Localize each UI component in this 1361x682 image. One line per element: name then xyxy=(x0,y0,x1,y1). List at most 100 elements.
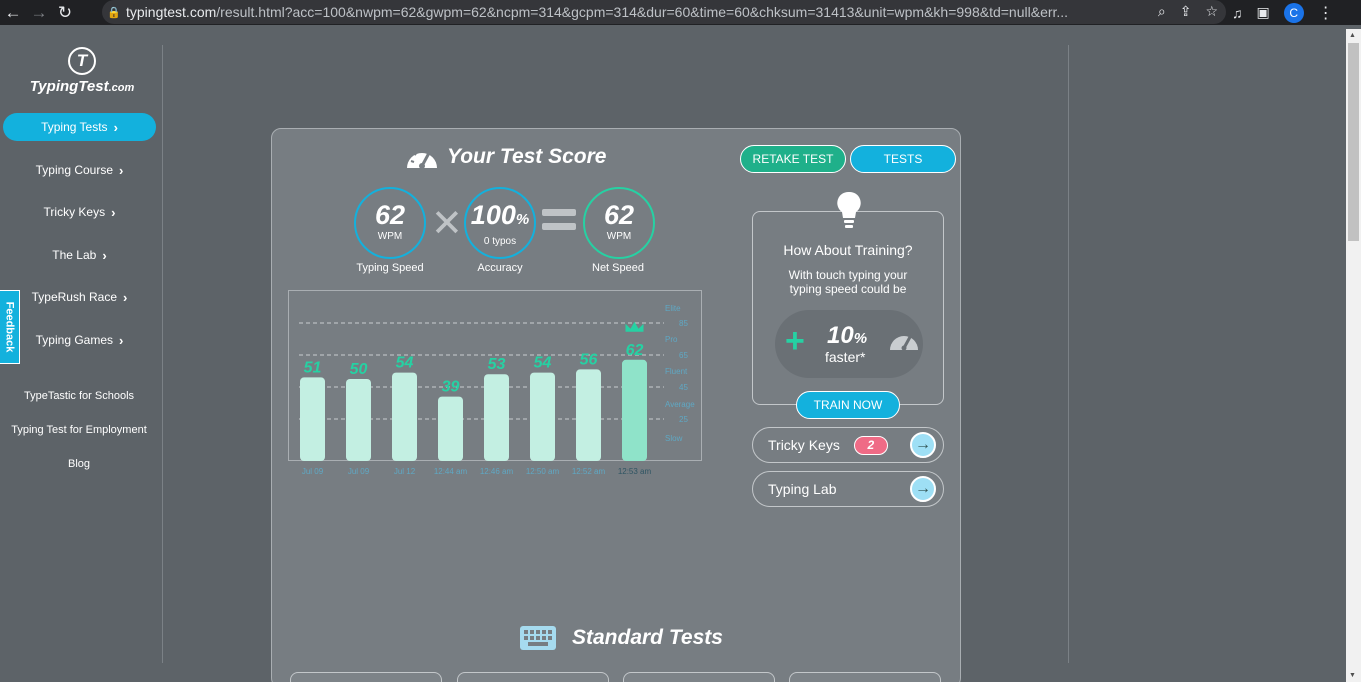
logo-text: TypingTest.com xyxy=(29,78,135,95)
x-tick-label: 12:53 am xyxy=(618,467,652,476)
link-typing-test-employment[interactable]: Typing Test for Employment xyxy=(0,424,158,436)
standard-test-card[interactable] xyxy=(290,672,442,682)
equals-icon xyxy=(542,209,576,230)
back-arrow-icon[interactable]: ← xyxy=(0,0,26,25)
nav-typing-tests[interactable]: Typing Tests › xyxy=(3,113,156,141)
nav-label: Typing Games xyxy=(35,333,114,347)
bar-data-label: 50 xyxy=(350,361,368,378)
chart-svg: 25 45 65 85 Elite Pro Fluent Average Slow 51 Jul 0… xyxy=(299,304,695,476)
score-title: Your Test Score xyxy=(405,144,607,170)
level-label: Average xyxy=(665,400,695,409)
media-icon[interactable]: ♫ xyxy=(1232,5,1243,21)
tricky-keys-badge: 2 xyxy=(853,435,888,455)
net-speed-circle: 62 WPM xyxy=(583,187,655,259)
profile-avatar[interactable]: C xyxy=(1283,2,1304,23)
menu-kebab-icon[interactable]: ⋮ xyxy=(1318,3,1334,23)
retake-test-button[interactable]: RETAKE TEST xyxy=(740,145,846,173)
typing-lab-link[interactable]: Typing Lab → xyxy=(752,471,944,507)
nav-label: The Lab xyxy=(52,248,97,262)
x-tick-label: 12:52 am xyxy=(572,467,606,476)
nav-tricky-keys[interactable]: Tricky Keys › xyxy=(3,198,156,226)
x-tick-label: 12:44 am xyxy=(434,467,468,476)
sidebar: T TypingTest.com Typing Tests › Typing Co… xyxy=(0,29,162,682)
chart-bar xyxy=(346,379,371,461)
standard-test-card[interactable] xyxy=(457,672,609,682)
zoom-icon[interactable]: ⌕ xyxy=(1158,3,1166,20)
nav-typing-games[interactable]: Typing Games › xyxy=(3,326,156,354)
link-typetastic-schools[interactable]: TypeTastic for Schools xyxy=(0,390,158,402)
keyboard-icon xyxy=(520,626,556,650)
chevron-right-icon: › xyxy=(119,332,124,348)
forward-arrow-icon[interactable]: → xyxy=(26,0,52,25)
scroll-down-icon[interactable]: ▼ xyxy=(1349,672,1356,679)
chart-bar xyxy=(438,396,463,461)
level-label: Fluent xyxy=(665,367,688,376)
nav-typerush-race[interactable]: TypeRush Race › xyxy=(3,283,156,311)
score-title-text: Your Test Score xyxy=(447,145,607,168)
share-icon[interactable]: ⇪ xyxy=(1180,3,1192,20)
chart-bar xyxy=(392,372,417,461)
logo[interactable]: T TypingTest.com xyxy=(27,47,137,95)
bar-data-label: 54 xyxy=(396,355,414,372)
y-tick-label: 65 xyxy=(679,351,688,360)
typing-speed-label: Typing Speed xyxy=(356,262,424,274)
nav-the-lab[interactable]: The Lab › xyxy=(3,241,156,269)
standard-test-card[interactable] xyxy=(623,672,775,682)
url-text[interactable]: typingtest.com/result.html?acc=100&nwpm=… xyxy=(126,4,1126,20)
level-label: Pro xyxy=(665,335,678,344)
x-tick-label: 12:46 am xyxy=(480,467,514,476)
logo-mark-icon: T xyxy=(68,47,96,75)
typing-speed-circle: 62 WPM xyxy=(354,187,426,259)
feedback-tab[interactable]: Feedback xyxy=(0,290,20,364)
scrollbar-thumb[interactable] xyxy=(1348,43,1359,241)
nav-label: Typing Tests xyxy=(41,120,108,134)
scroll-up-icon[interactable]: ▲ xyxy=(1349,32,1356,39)
side-panel-icon[interactable]: ▣ xyxy=(1257,4,1270,21)
y-tick-label: 45 xyxy=(679,383,688,392)
net-speed-value: 62 xyxy=(603,200,635,230)
browser-toolbar: ← → ↻ 🔒 typingtest.com/result.html?acc=1… xyxy=(0,0,1361,25)
wpm-history-chart: 25 45 65 85 Elite Pro Fluent Average Slow 51 Jul 0… xyxy=(288,290,702,476)
page-scrollbar[interactable]: ▲ ▼ xyxy=(1346,29,1361,682)
standard-test-card[interactable] xyxy=(789,672,941,682)
lightbulb-icon xyxy=(837,191,861,228)
chevron-right-icon: › xyxy=(123,289,128,305)
chart-bar xyxy=(576,369,601,461)
tricky-keys-link[interactable]: Tricky Keys 2 → xyxy=(752,427,944,463)
accuracy-value: 100% xyxy=(470,200,530,230)
x-tick-label: Jul 09 xyxy=(348,467,370,476)
training-card: How About Training? With touch typing yo… xyxy=(752,191,944,405)
typing-lab-label: Typing Lab xyxy=(768,481,837,497)
nav-typing-course[interactable]: Typing Course › xyxy=(3,156,156,184)
chevron-right-icon: › xyxy=(102,247,107,263)
chart-bar xyxy=(530,372,555,461)
nav-label: TypeRush Race xyxy=(31,290,118,304)
chevron-right-icon: › xyxy=(113,119,118,135)
chart-bar xyxy=(484,374,509,461)
arrow-right-icon[interactable]: → xyxy=(910,432,936,458)
arrow-right-icon[interactable]: → xyxy=(910,476,936,502)
y-tick-label: 25 xyxy=(679,415,688,424)
lock-icon[interactable]: 🔒 xyxy=(102,6,126,19)
speedometer-icon xyxy=(890,335,918,351)
standard-tests-title: Standard Tests xyxy=(520,626,723,650)
bar-data-label: 39 xyxy=(442,379,460,396)
link-blog[interactable]: Blog xyxy=(0,458,158,470)
address-bar[interactable]: 🔒 typingtest.com/result.html?acc=100&nwp… xyxy=(102,0,1226,24)
nav-label: Typing Course xyxy=(35,163,114,177)
bar-data-label: 53 xyxy=(488,356,506,373)
bookmark-star-icon[interactable]: ☆ xyxy=(1205,3,1218,20)
reload-icon[interactable]: ↻ xyxy=(52,0,78,25)
accuracy-label: Accuracy xyxy=(477,262,523,274)
x-tick-label: 12:50 am xyxy=(526,467,560,476)
x-tick-label: Jul 12 xyxy=(394,467,416,476)
sidebar-divider xyxy=(162,45,163,663)
speed-boost-badge: + 10% faster* xyxy=(775,310,923,378)
boost-faster-text: faster* xyxy=(825,349,866,365)
tests-button[interactable]: TESTS xyxy=(850,145,956,173)
bar-data-label: 51 xyxy=(304,359,322,376)
training-title: How About Training? xyxy=(783,242,913,258)
bar-data-label: 62 xyxy=(626,342,644,359)
train-now-button[interactable]: TRAIN NOW xyxy=(796,391,900,419)
chevron-right-icon: › xyxy=(119,162,124,178)
